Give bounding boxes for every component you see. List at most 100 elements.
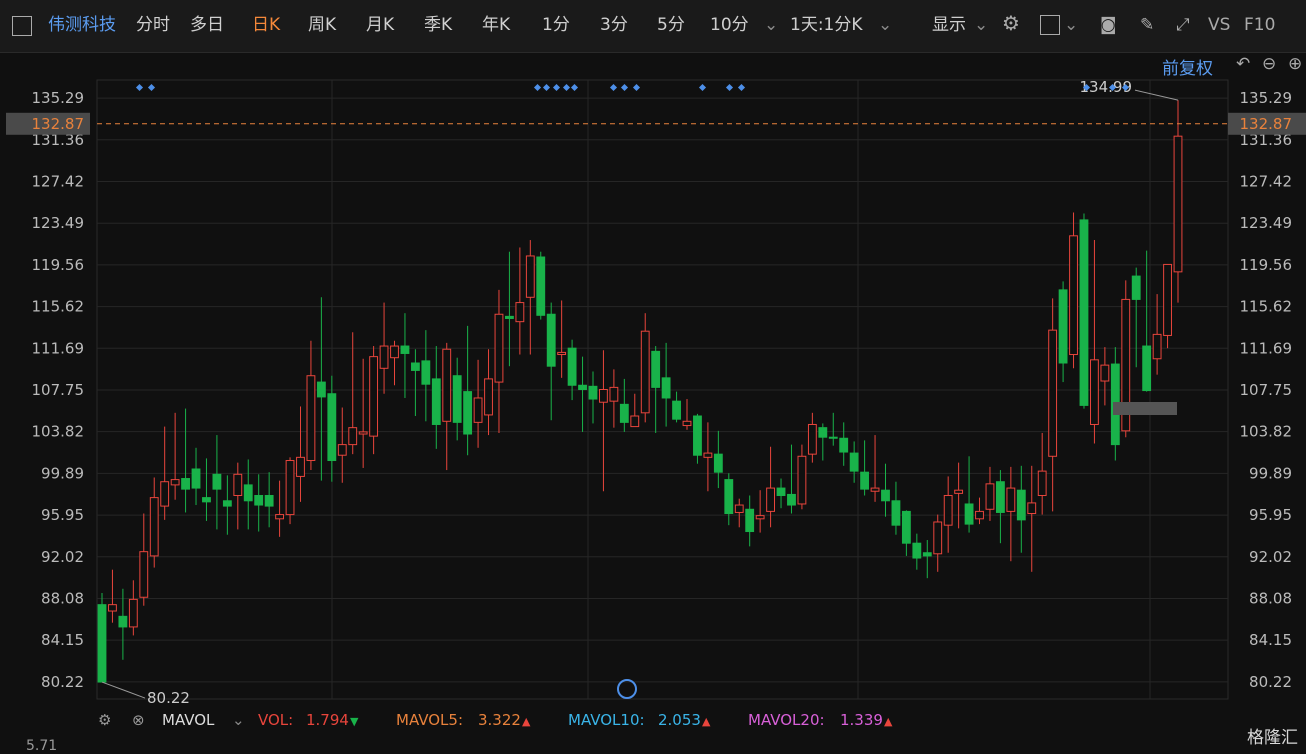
candle-body (128, 598, 138, 628)
y-tick-label-left: 119.56 (32, 256, 85, 274)
layout-toggle-icon[interactable] (12, 16, 32, 36)
tab-10min[interactable]: 10分 (710, 14, 749, 36)
candle-body (818, 427, 828, 438)
candle-body (630, 415, 640, 428)
y-tick-label-right: 84.15 (1249, 631, 1292, 649)
candle-body (337, 444, 347, 456)
candle-body (118, 615, 128, 628)
y-tick-label-left: 84.15 (41, 631, 84, 649)
candle-body (170, 479, 180, 486)
tab-1min[interactable]: 1分 (542, 14, 570, 36)
candle-body (599, 389, 608, 403)
candle-body (797, 455, 807, 505)
candle-body (525, 255, 535, 298)
candle-body (410, 362, 420, 371)
tab-3min[interactable]: 3分 (600, 14, 628, 36)
candle-body (494, 313, 504, 383)
candle-body (191, 468, 201, 489)
volume-indicator-bar: ⚙ ⊗ MAVOL ⌄ VOL: 1.794 ▼ MAVOL5: 3.322 ▲… (0, 705, 1306, 735)
candle-body (943, 494, 953, 526)
up-arrow-icon: ▲ (522, 715, 531, 728)
y-tick-label-left: 107.75 (32, 381, 85, 399)
display-menu[interactable]: 显示 (932, 14, 966, 36)
indicator-name[interactable]: MAVOL (162, 711, 214, 729)
tab-yuek[interactable]: 月K (366, 14, 394, 36)
candle-body (212, 473, 222, 490)
chevron-down-icon[interactable]: ⌄ (232, 711, 245, 729)
chevron-down-icon[interactable]: ⌄ (1064, 14, 1078, 36)
candle-body (724, 479, 734, 515)
y-tick-label-right: 135.29 (1240, 89, 1293, 107)
y-tick-label-left: 123.49 (32, 214, 85, 232)
candle-body (954, 489, 964, 494)
y-tick-label-right: 88.08 (1249, 590, 1292, 608)
current-price-tag-left: 132.87 (32, 115, 85, 133)
y-tick-label-left: 88.08 (41, 590, 84, 608)
candle-body (1037, 470, 1047, 496)
candle-body (1152, 333, 1162, 360)
y-tick-label-right: 115.62 (1240, 298, 1293, 316)
stock-name[interactable]: 伟测科技 (48, 14, 116, 36)
expand-icon[interactable]: ⤢ (1176, 14, 1190, 36)
candle-body (964, 503, 974, 525)
mavol20-label: MAVOL20: (748, 711, 825, 729)
candle-body (484, 378, 493, 416)
close-icon[interactable]: ⊗ (132, 711, 145, 729)
tab-niank[interactable]: 年K (482, 14, 510, 36)
mavol5-value: 3.322 (478, 711, 521, 729)
candle-body (995, 481, 1005, 513)
candle-body (619, 403, 629, 423)
tab-5min[interactable]: 5分 (657, 14, 685, 36)
chevron-down-icon[interactable]: ⌄ (764, 14, 778, 36)
candle-body (358, 431, 368, 435)
gear-icon[interactable]: ⚙ (1002, 12, 1020, 34)
square-icon[interactable] (1040, 15, 1060, 35)
tab-rik[interactable]: 日K (252, 14, 280, 36)
candle-body (682, 420, 692, 427)
y-tick-label-right: 92.02 (1249, 548, 1292, 566)
candle-body (672, 400, 681, 420)
y-tick-label-right: 127.42 (1240, 173, 1293, 191)
candle-body (505, 315, 514, 319)
down-arrow-icon: ▼ (350, 715, 359, 728)
candle-body (588, 385, 598, 400)
candle-body (745, 508, 755, 533)
tab-zhouk[interactable]: 周K (308, 14, 336, 36)
candle-body (860, 471, 870, 490)
camera-icon[interactable]: ◙ (1100, 14, 1117, 36)
candle-body (285, 460, 295, 516)
range-select[interactable]: 1天:1分K (790, 14, 863, 36)
candle-body (149, 497, 159, 557)
vs-button[interactable]: VS (1208, 14, 1230, 36)
gear-icon[interactable]: ⚙ (98, 711, 111, 729)
candle-body (807, 423, 817, 455)
f10-button[interactable]: F10 (1244, 14, 1275, 36)
chevron-down-icon[interactable]: ⌄ (974, 14, 988, 36)
y-tick-label-right: 123.49 (1240, 214, 1293, 232)
tab-jik[interactable]: 季K (424, 14, 452, 36)
mavol5-label: MAVOL5: (396, 711, 464, 729)
pencil-icon[interactable]: ✎ (1140, 14, 1154, 36)
candle-body (1163, 263, 1172, 336)
tab-duori[interactable]: 多日 (190, 14, 224, 36)
candle-body (870, 487, 880, 492)
chevron-down-icon[interactable]: ⌄ (878, 14, 892, 36)
candle-body (390, 345, 399, 359)
candle-body (901, 510, 911, 544)
tab-fenshi[interactable]: 分时 (136, 14, 170, 36)
vol-axis-value: 5.71 (26, 738, 58, 754)
candlestick-chart[interactable]: 135.29 135.29131.36 131.36127.42 127.42123.… (0, 53, 1306, 703)
candle-body (703, 452, 713, 458)
y-tick-label-left: 115.62 (32, 298, 85, 316)
candle-body (755, 515, 765, 520)
candle-body (1142, 345, 1152, 392)
candle-body (473, 397, 483, 423)
candle-body (379, 345, 389, 369)
gap-marker (1113, 402, 1177, 415)
candle-body (1100, 364, 1110, 382)
candle-body (1006, 487, 1016, 512)
candle-body (442, 348, 452, 422)
candle-body (933, 521, 943, 555)
candle-body (1027, 502, 1037, 515)
candle-body (693, 415, 702, 456)
